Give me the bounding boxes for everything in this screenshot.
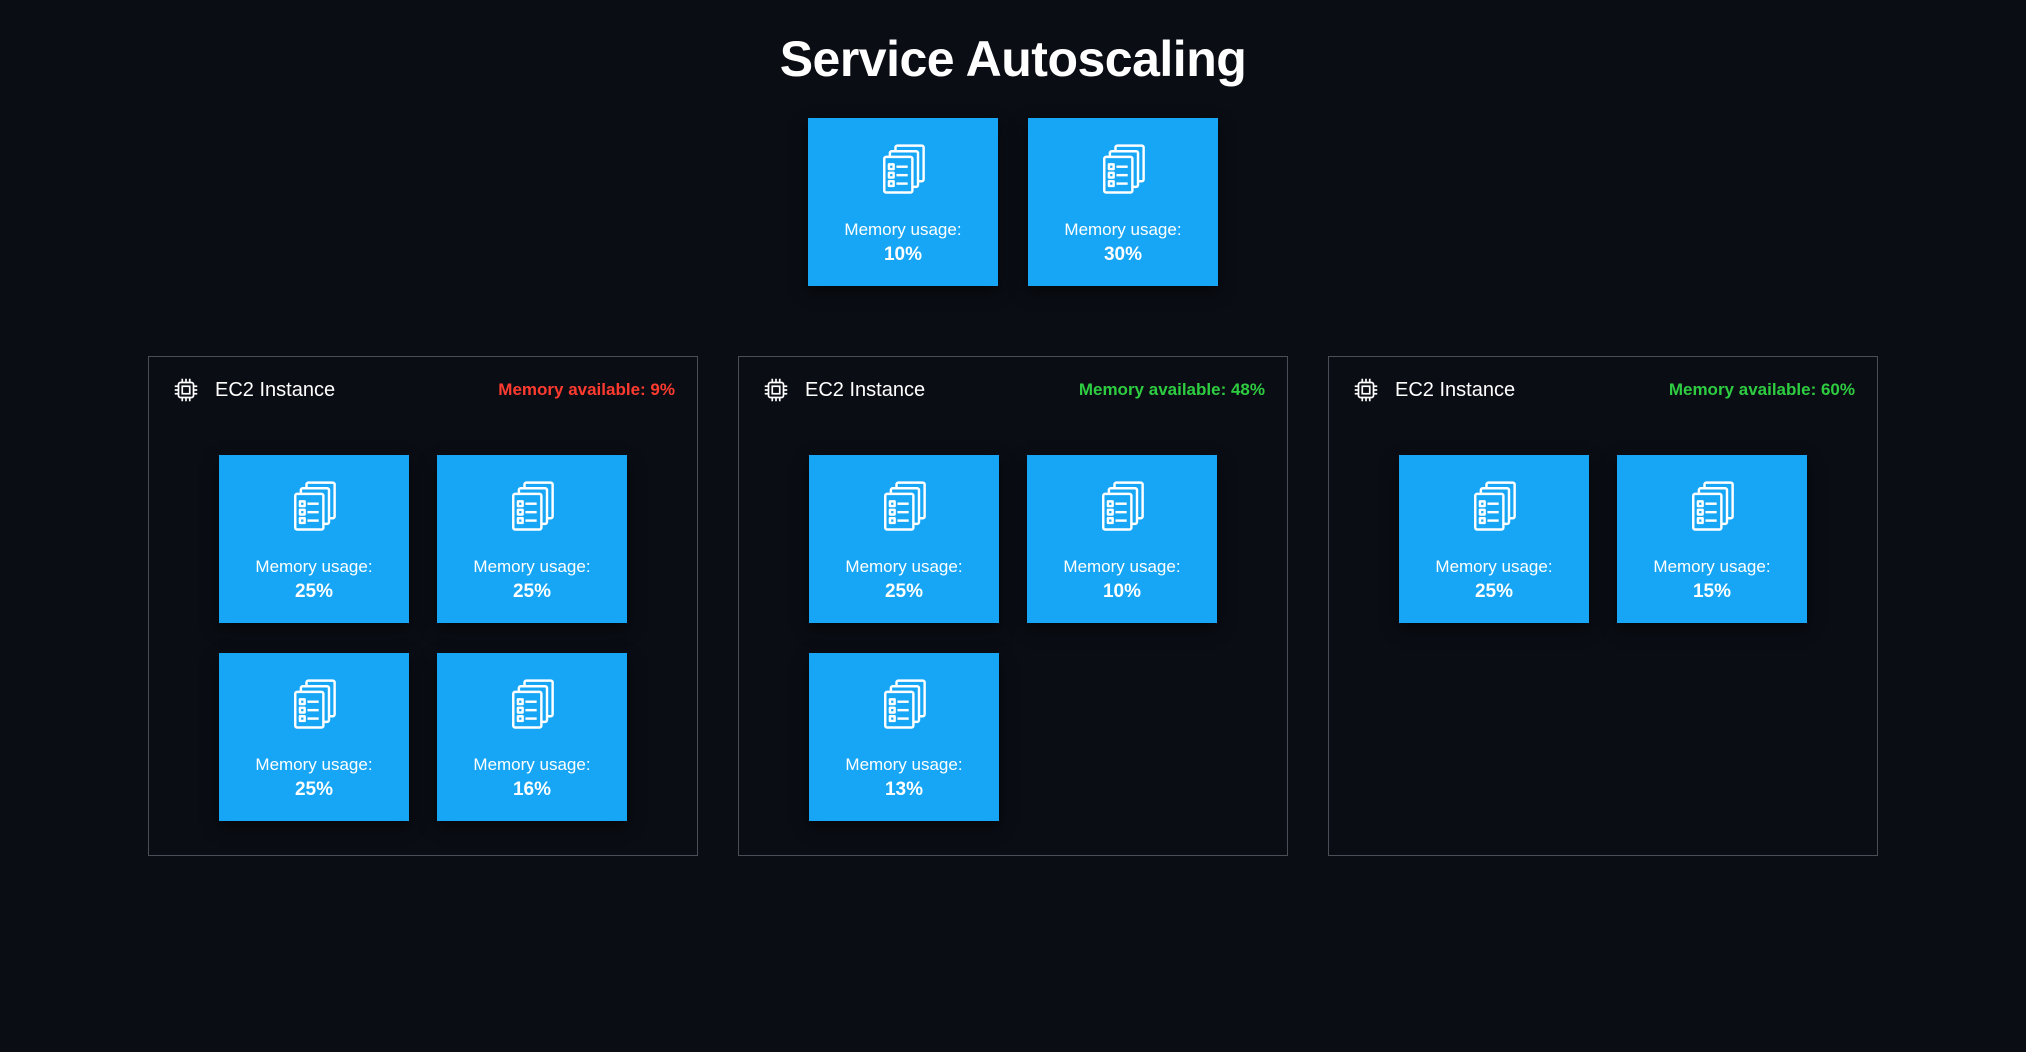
instance-name: EC2 Instance — [1395, 379, 1515, 402]
task-memory-label: Memory usage: — [255, 754, 372, 776]
task-icon-wrap — [1092, 477, 1152, 542]
cpu-chip-icon — [171, 375, 201, 405]
instance-name: EC2 Instance — [215, 379, 335, 402]
task-memory-value: 10% — [1103, 581, 1141, 603]
task-icon-wrap — [1093, 140, 1153, 205]
task-card: Memory usage: 16% — [437, 653, 627, 821]
task-stack-icon — [502, 477, 562, 537]
cpu-chip-icon — [1351, 375, 1381, 405]
task-card: Memory usage: 15% — [1617, 455, 1807, 623]
task-card: Memory usage: 25% — [219, 455, 409, 623]
task-memory-label: Memory usage: — [255, 556, 372, 578]
task-memory-label: Memory usage: — [473, 556, 590, 578]
task-icon-wrap — [284, 675, 344, 740]
top-task-row: Memory usage: 10% Memory usage: 30% — [0, 118, 2026, 286]
task-stack-icon — [284, 477, 344, 537]
task-memory-value: 25% — [295, 779, 333, 801]
cpu-chip-icon — [761, 375, 791, 405]
task-memory-value: 15% — [1693, 581, 1731, 603]
ec2-instance-box: EC2 Instance Memory available: 48% Memory… — [738, 356, 1288, 856]
task-memory-label: Memory usage: — [1063, 556, 1180, 578]
instance-header-left: EC2 Instance — [1351, 375, 1515, 405]
ec2-instance-box: EC2 Instance Memory available: 9% Memory … — [148, 356, 698, 856]
task-memory-label: Memory usage: — [1064, 219, 1181, 241]
task-stack-icon — [284, 675, 344, 735]
task-memory-value: 16% — [513, 779, 551, 801]
task-memory-value: 25% — [885, 581, 923, 603]
task-stack-icon — [1093, 140, 1153, 200]
task-stack-icon — [502, 675, 562, 735]
task-icon-wrap — [874, 675, 934, 740]
instance-header: EC2 Instance Memory available: 9% — [171, 375, 675, 405]
task-memory-value: 25% — [1475, 581, 1513, 603]
memory-available: Memory available: 9% — [498, 380, 675, 400]
ec2-instance-box: EC2 Instance Memory available: 60% Memory… — [1328, 356, 1878, 856]
memory-available-value: 9% — [650, 380, 675, 399]
instance-header-left: EC2 Instance — [761, 375, 925, 405]
task-memory-label: Memory usage: — [844, 219, 961, 241]
task-card: Memory usage: 30% — [1028, 118, 1218, 286]
task-memory-label: Memory usage: — [473, 754, 590, 776]
task-memory-value: 25% — [295, 581, 333, 603]
task-card: Memory usage: 13% — [809, 653, 999, 821]
task-card: Memory usage: 10% — [808, 118, 998, 286]
memory-available-value: 48% — [1231, 380, 1265, 399]
task-stack-icon — [1092, 477, 1152, 537]
memory-available-value: 60% — [1821, 380, 1855, 399]
memory-available: Memory available: 60% — [1669, 380, 1855, 400]
memory-available-label: Memory available: — [1669, 380, 1816, 399]
task-stack-icon — [1682, 477, 1742, 537]
task-memory-label: Memory usage: — [1653, 556, 1770, 578]
task-memory-value: 25% — [513, 581, 551, 603]
task-grid: Memory usage: 25% Memory usage: 15% — [1351, 455, 1855, 623]
memory-available: Memory available: 48% — [1079, 380, 1265, 400]
task-icon-wrap — [873, 140, 933, 205]
task-grid: Memory usage: 25% Memory usage: 25% Memory… — [171, 455, 675, 821]
page-title: Service Autoscaling — [0, 0, 2026, 88]
task-stack-icon — [874, 675, 934, 735]
task-stack-icon — [874, 477, 934, 537]
task-memory-value: 10% — [884, 244, 922, 266]
task-memory-value: 13% — [885, 779, 923, 801]
memory-available-label: Memory available: — [1079, 380, 1226, 399]
memory-available-label: Memory available: — [498, 380, 645, 399]
instances-row: EC2 Instance Memory available: 9% Memory … — [0, 356, 2026, 856]
task-memory-label: Memory usage: — [845, 556, 962, 578]
task-icon-wrap — [502, 675, 562, 740]
task-icon-wrap — [284, 477, 344, 542]
task-icon-wrap — [874, 477, 934, 542]
instance-header: EC2 Instance Memory available: 48% — [761, 375, 1265, 405]
task-icon-wrap — [1682, 477, 1742, 542]
task-card: Memory usage: 10% — [1027, 455, 1217, 623]
task-grid: Memory usage: 25% Memory usage: 10% Memory… — [761, 455, 1265, 821]
task-stack-icon — [873, 140, 933, 200]
task-memory-label: Memory usage: — [1435, 556, 1552, 578]
task-icon-wrap — [502, 477, 562, 542]
task-card: Memory usage: 25% — [219, 653, 409, 821]
task-card: Memory usage: 25% — [809, 455, 999, 623]
instance-name: EC2 Instance — [805, 379, 925, 402]
task-card: Memory usage: 25% — [1399, 455, 1589, 623]
instance-header: EC2 Instance Memory available: 60% — [1351, 375, 1855, 405]
instance-header-left: EC2 Instance — [171, 375, 335, 405]
task-memory-label: Memory usage: — [845, 754, 962, 776]
task-memory-value: 30% — [1104, 244, 1142, 266]
task-card: Memory usage: 25% — [437, 455, 627, 623]
task-icon-wrap — [1464, 477, 1524, 542]
task-stack-icon — [1464, 477, 1524, 537]
